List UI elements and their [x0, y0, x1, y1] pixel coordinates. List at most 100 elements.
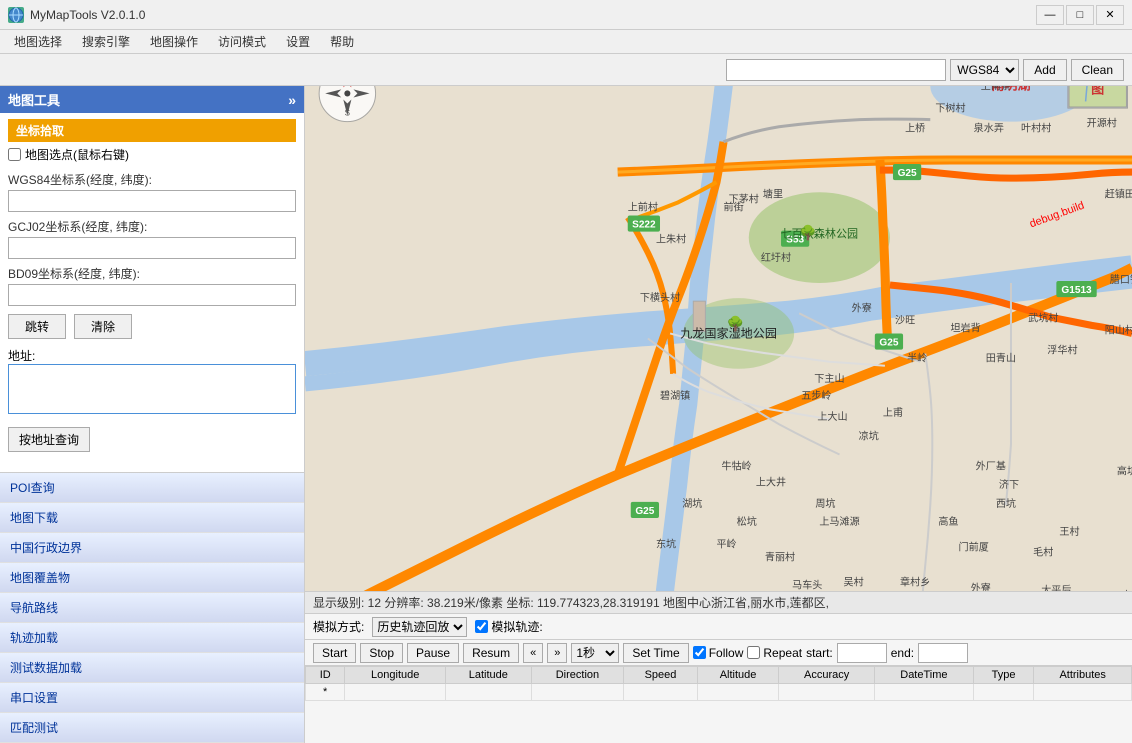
follow-checkbox[interactable] [693, 646, 706, 659]
set-time-button[interactable]: Set Time [623, 643, 688, 663]
clean-button[interactable]: Clean [1071, 59, 1124, 81]
col-altitude: Altitude [697, 667, 779, 684]
track-checkbox-row: 模拟轨迹: [475, 618, 542, 635]
maximize-button[interactable]: □ [1066, 5, 1094, 25]
repeat-checkbox[interactable] [747, 646, 760, 659]
menu-map-select[interactable]: 地图选择 [4, 31, 72, 52]
left-nav: POI查询 地图下载 中国行政边界 地图覆盖物 导航路线 轨迹加载 测试数据加载… [0, 472, 304, 743]
resum-button[interactable]: Resum [463, 643, 519, 663]
gcj02-row: GCJ02坐标系(经度, 纬度): [8, 218, 296, 259]
nav-serial-settings[interactable]: 串口设置 [0, 683, 304, 713]
table-row: * [306, 684, 1132, 701]
next-button[interactable]: » [547, 643, 567, 663]
svg-text:七百秧森林公园: 七百秧森林公园 [781, 227, 859, 241]
menu-help[interactable]: 帮助 [320, 31, 364, 52]
svg-text:王村: 王村 [1059, 525, 1079, 538]
svg-text:济下: 济下 [999, 478, 1019, 491]
map-point-row: 地图选点(鼠标右键) [8, 146, 296, 163]
app-icon [8, 7, 24, 23]
address-query-button[interactable]: 按地址查询 [8, 427, 90, 452]
nav-test-data-load[interactable]: 测试数据加载 [0, 653, 304, 683]
svg-text:吴村: 吴村 [844, 576, 864, 589]
close-button[interactable]: ✕ [1096, 5, 1124, 25]
pause-button[interactable]: Pause [407, 643, 459, 663]
wgs84-input[interactable] [8, 190, 296, 212]
svg-text:上大山: 上大山 [817, 410, 847, 423]
address-label: 地址: [8, 349, 35, 363]
menu-access-mode[interactable]: 访问模式 [208, 31, 276, 52]
svg-text:坦岩背: 坦岩背 [950, 321, 980, 334]
data-table: ID Longitude Latitude Direction Speed Al… [305, 666, 1132, 701]
nav-track-load[interactable]: 轨迹加载 [0, 623, 304, 653]
svg-text:下茅村: 下茅村 [729, 192, 759, 205]
nav-map-download[interactable]: 地图下载 [0, 503, 304, 533]
prev-button[interactable]: « [523, 643, 543, 663]
svg-text:上桥: 上桥 [905, 123, 925, 135]
svg-text:上甫: 上甫 [883, 406, 903, 419]
svg-text:半岭: 半岭 [907, 352, 927, 365]
collapse-button[interactable]: » [288, 92, 296, 108]
start-input[interactable]: 0 [837, 643, 887, 663]
nav-map-overlay[interactable]: 地图覆盖物 [0, 563, 304, 593]
svg-text:S: S [345, 109, 350, 118]
add-button[interactable]: Add [1023, 59, 1066, 81]
svg-text:湖坑: 湖坑 [682, 497, 702, 510]
track-label: 模拟轨迹: [491, 618, 542, 635]
svg-text:五步岭: 五步岭 [801, 389, 831, 402]
svg-text:上马滩源: 上马滩源 [819, 515, 859, 528]
main-layout: 地图工具 » 坐标拾取 地图选点(鼠标右键) WGS84坐标系(经度, 纬度):… [0, 86, 1132, 743]
left-panel-content: 坐标拾取 地图选点(鼠标右键) WGS84坐标系(经度, 纬度): GCJ02坐… [0, 113, 304, 472]
col-speed: Speed [624, 667, 698, 684]
sim-mode-select[interactable]: 历史轨迹回放 实时轨迹 停止 [372, 617, 467, 637]
cell-attributes [1034, 684, 1132, 701]
coord-buttons: 跳转 清除 [8, 314, 296, 339]
svg-text:碧湖镇: 碧湖镇 [660, 389, 690, 402]
search-input[interactable] [726, 59, 946, 81]
map-area[interactable]: G25 G25 G25 G330 G1513 G1513 [305, 86, 1132, 743]
start-button[interactable]: Start [313, 643, 356, 663]
svg-text:泉水弄: 泉水弄 [974, 122, 1004, 135]
bd09-input[interactable] [8, 284, 296, 306]
minimize-button[interactable]: — [1036, 5, 1064, 25]
svg-text:浮华村: 浮华村 [1047, 344, 1077, 357]
svg-text:上朱村: 上朱村 [656, 233, 686, 246]
sim-mode-label: 模拟方式: [313, 618, 364, 635]
clear-button[interactable]: 清除 [74, 314, 132, 339]
nav-match-test[interactable]: 匹配测试 [0, 713, 304, 743]
jump-button[interactable]: 跳转 [8, 314, 66, 339]
svg-text:大平后: 大平后 [1041, 584, 1071, 591]
svg-text:青丽村: 青丽村 [765, 550, 795, 563]
bd09-label: BD09坐标系(经度, 纬度): [8, 265, 296, 282]
svg-text:外寮: 外寮 [852, 301, 872, 314]
track-checkbox[interactable] [475, 620, 488, 633]
address-textarea[interactable] [8, 364, 296, 414]
svg-text:马车头: 马车头 [792, 579, 822, 591]
svg-text:东坑: 东坑 [656, 537, 676, 550]
end-input[interactable]: 0 [918, 643, 968, 663]
menu-search-engine[interactable]: 搜索引擎 [72, 31, 140, 52]
col-latitude: Latitude [446, 667, 532, 684]
app-title: MyMapTools V2.0.1.0 [30, 8, 1036, 22]
time-select[interactable]: 1秒 2秒 5秒 10秒 [571, 643, 619, 663]
cell-speed [624, 684, 698, 701]
menu-settings[interactable]: 设置 [276, 31, 320, 52]
svg-text:下主山: 下主山 [814, 373, 844, 385]
coord-system-select[interactable]: WGS84 GCJ02 BD09 [950, 59, 1019, 81]
left-panel: 地图工具 » 坐标拾取 地图选点(鼠标右键) WGS84坐标系(经度, 纬度):… [0, 86, 305, 743]
svg-text:外厂基: 外厂基 [976, 460, 1006, 473]
nav-admin-boundary[interactable]: 中国行政边界 [0, 533, 304, 563]
svg-text:牛牯岭: 牛牯岭 [722, 460, 752, 473]
cell-latitude [446, 684, 532, 701]
map-canvas[interactable]: G25 G25 G25 G330 G1513 G1513 [305, 86, 1132, 591]
nav-navigation-route[interactable]: 导航路线 [0, 593, 304, 623]
svg-text:沙旺: 沙旺 [895, 314, 915, 326]
stop-button[interactable]: Stop [360, 643, 403, 663]
menu-map-operation[interactable]: 地图操作 [140, 31, 208, 52]
map-point-checkbox[interactable] [8, 148, 21, 161]
col-type: Type [973, 667, 1033, 684]
gcj02-input[interactable] [8, 237, 296, 259]
window-controls[interactable]: — □ ✕ [1036, 5, 1124, 25]
svg-text:外寮: 外寮 [971, 582, 991, 591]
simulation-bar: 模拟方式: 历史轨迹回放 实时轨迹 停止 模拟轨迹: [305, 614, 1132, 640]
nav-poi[interactable]: POI查询 [0, 473, 304, 503]
